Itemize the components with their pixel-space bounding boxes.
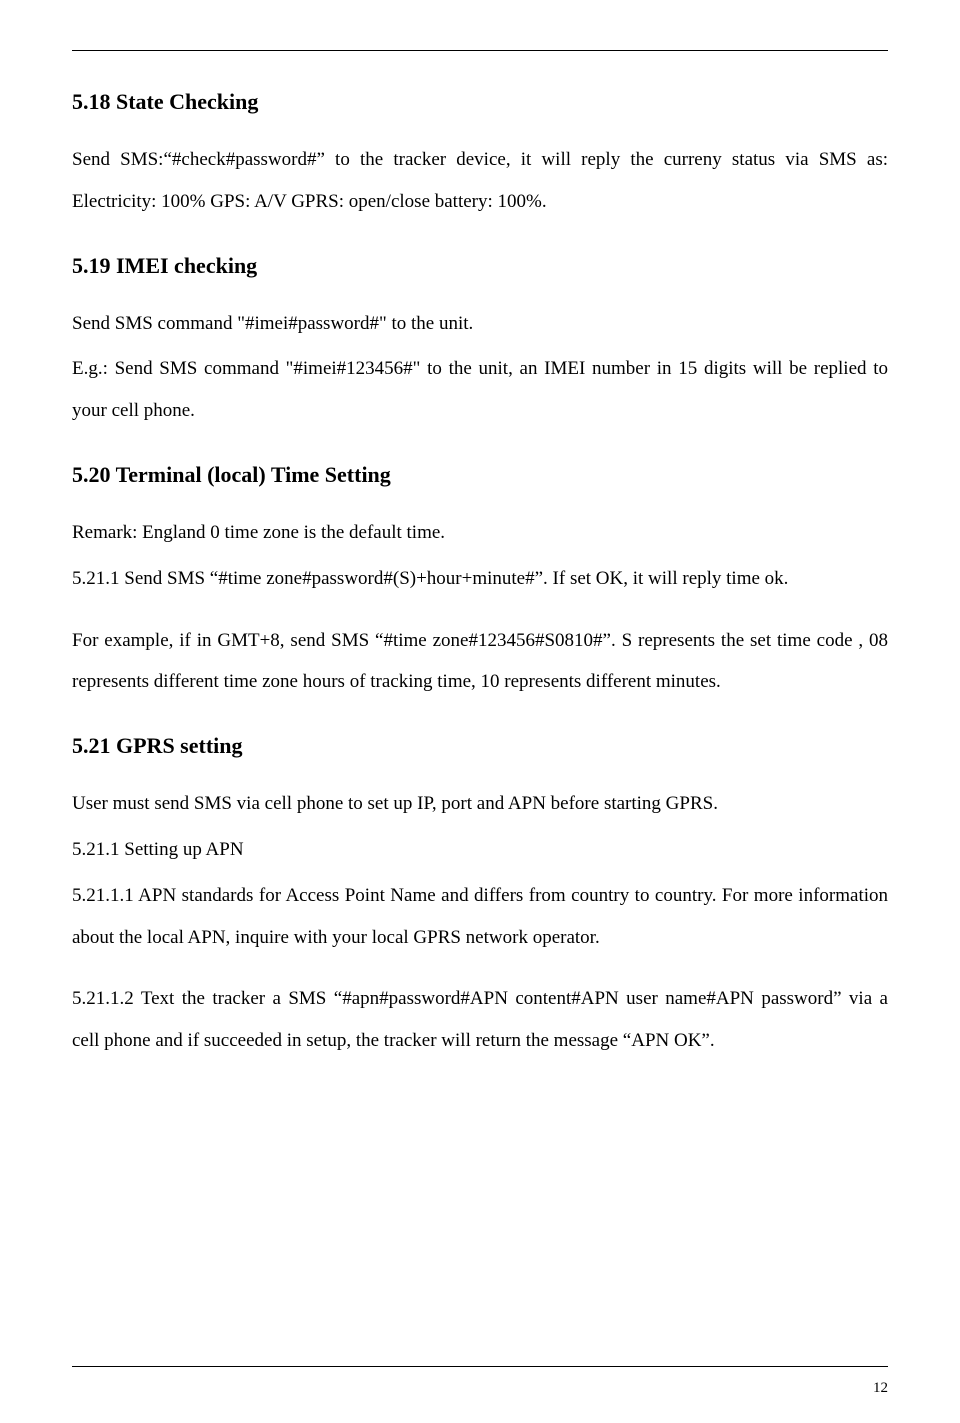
section-5-19: 5.19 IMEI checking Send SMS command "#im… <box>72 253 888 432</box>
heading-5-21: 5.21 GPRS setting <box>72 733 888 759</box>
page: 5.18 State Checking Send SMS:“#check#pas… <box>0 0 960 1423</box>
paragraph: Remark: England 0 time zone is the defau… <box>72 512 888 554</box>
heading-5-19: 5.19 IMEI checking <box>72 253 888 279</box>
section-5-20: 5.20 Terminal (local) Time Setting Remar… <box>72 462 888 703</box>
paragraph: For example, if in GMT+8, send SMS “#tim… <box>72 620 888 704</box>
paragraph: 5.21.1 Setting up APN <box>72 829 888 871</box>
section-5-18: 5.18 State Checking Send SMS:“#check#pas… <box>72 89 888 223</box>
paragraph: Send SMS command "#imei#password#" to th… <box>72 303 888 345</box>
heading-5-20: 5.20 Terminal (local) Time Setting <box>72 462 888 488</box>
paragraph: Send SMS:“#check#password#” to the track… <box>72 139 888 223</box>
paragraph: User must send SMS via cell phone to set… <box>72 783 888 825</box>
paragraph: 5.21.1.2 Text the tracker a SMS “#apn#pa… <box>72 978 888 1062</box>
section-5-21: 5.21 GPRS setting User must send SMS via… <box>72 733 888 1062</box>
bottom-rule <box>72 1366 888 1367</box>
top-rule <box>72 50 888 51</box>
heading-5-18: 5.18 State Checking <box>72 89 888 115</box>
paragraph: 5.21.1 Send SMS “#time zone#password#(S)… <box>72 558 888 600</box>
paragraph: E.g.: Send SMS command "#imei#123456#" t… <box>72 348 888 432</box>
paragraph: 5.21.1.1 APN standards for Access Point … <box>72 875 888 959</box>
page-number: 12 <box>873 1380 888 1397</box>
